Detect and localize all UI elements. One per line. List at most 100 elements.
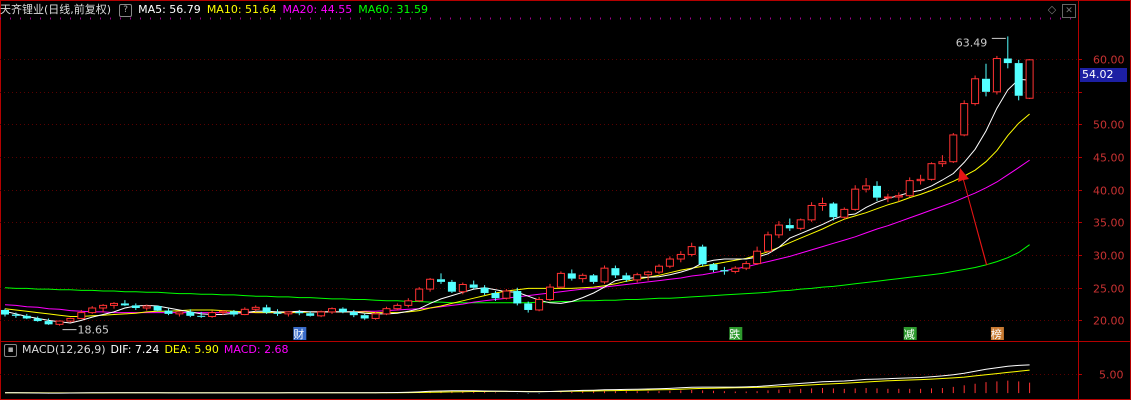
up-candle <box>382 306 391 316</box>
candle-body <box>567 273 576 279</box>
candle-body <box>829 203 838 218</box>
candle-body <box>883 196 892 199</box>
y-tick-label: 50.00 <box>1093 119 1125 132</box>
candle-body <box>251 306 260 310</box>
up-candle <box>99 304 108 313</box>
candle-body <box>284 311 293 315</box>
moving-average-lines <box>4 78 1030 324</box>
up-candle <box>55 320 64 326</box>
up-candle <box>949 132 958 164</box>
macd-y-tick-label: 5.00 <box>1099 369 1124 382</box>
down-candle <box>360 313 369 320</box>
down-candle <box>469 280 478 290</box>
down-candle <box>720 266 729 275</box>
candle-body <box>982 78 990 92</box>
up-candle <box>502 289 511 300</box>
event-marker-label: 减 <box>904 328 915 341</box>
up-candle <box>774 221 783 239</box>
candle-body <box>513 291 522 304</box>
down-candle <box>447 279 456 293</box>
candle-body <box>219 310 227 314</box>
up-candle <box>110 302 118 309</box>
down-candle <box>120 300 129 307</box>
up-candle <box>676 251 685 263</box>
price-axis: 20.00 25.00 30.00 35.00 40.00 45.00 50.00 60.00 <box>1078 54 1125 328</box>
candle-body <box>447 281 456 292</box>
candle-body <box>840 208 849 218</box>
candle-body <box>927 163 936 180</box>
candle-body <box>88 307 97 314</box>
down-candle <box>262 304 271 314</box>
y-tick-label: 20.00 <box>1093 315 1125 328</box>
macd-settings-icon[interactable]: ▪ <box>4 343 17 357</box>
candle-body <box>1003 58 1012 64</box>
info-icon[interactable]: ? <box>119 3 133 17</box>
candle-body <box>338 308 347 312</box>
up-candle <box>818 197 827 211</box>
down-candle <box>1014 59 1023 101</box>
up-candle <box>328 307 336 314</box>
candle-body <box>709 264 718 271</box>
candle-body <box>153 306 162 311</box>
y-tick-label: 40.00 <box>1093 185 1125 198</box>
candle-body <box>556 272 565 288</box>
candle-body <box>142 305 151 309</box>
chart-header: 天齐锂业(日线,前复权)? MA5: 56.79 MA10: 51.64 MA20: … <box>0 2 434 18</box>
y-tick-label: 45.00 <box>1093 152 1125 165</box>
up-candle <box>142 304 151 311</box>
candle-body <box>1025 59 1034 99</box>
up-candle <box>927 162 936 181</box>
candle-body <box>295 311 304 314</box>
stock-title: 天齐锂业(日线,前复权) <box>0 3 112 16</box>
candle-body <box>349 311 358 316</box>
candle-body <box>273 312 282 314</box>
candle-body <box>720 270 729 272</box>
candle-body <box>546 286 554 301</box>
kline-chart[interactable]: 63.49 18.65 财 跌 减 榜 20.00 25.00 30.00 35.00 40.00… <box>0 0 1131 400</box>
up-candle <box>535 296 544 312</box>
candle-body <box>622 275 631 280</box>
candle-body <box>393 304 402 310</box>
dea-value: DEA: 5.90 <box>164 343 219 356</box>
close-icon[interactable]: ✕ <box>1062 4 1076 18</box>
candle-body <box>317 311 326 317</box>
up-candle <box>687 242 696 257</box>
candle-body <box>600 267 609 283</box>
down-candle <box>1 308 9 317</box>
down-candle <box>1003 36 1012 69</box>
candle-body <box>99 304 108 309</box>
macd-header: ▪ MACD(12,26,9) DIF: 7.24 DEA: 5.90 MACD: 2.… <box>0 342 294 358</box>
candle-body <box>262 307 271 313</box>
candle-body <box>175 311 184 315</box>
up-candle <box>742 260 751 271</box>
event-marker-label: 跌 <box>729 327 740 341</box>
candle-body <box>229 311 238 315</box>
down-candle <box>611 265 620 278</box>
candle-body <box>415 288 424 302</box>
candle-body <box>764 234 772 252</box>
up-candle <box>905 177 914 197</box>
candle-body <box>458 283 467 293</box>
candle-body <box>851 188 860 210</box>
candle-body <box>469 284 478 288</box>
candle-body <box>306 313 315 316</box>
up-candle <box>633 272 642 283</box>
up-candle <box>665 256 674 269</box>
candle-body <box>698 246 707 265</box>
candle-body <box>1 309 9 315</box>
candle-body <box>676 253 685 260</box>
candle-body <box>589 275 598 282</box>
candle-body <box>742 263 751 269</box>
candle-body <box>208 312 217 317</box>
down-candle <box>873 181 881 201</box>
down-candle <box>131 303 140 310</box>
candle-body <box>905 180 914 197</box>
up-candle <box>66 317 75 323</box>
candle-body <box>11 314 20 316</box>
diamond-icon[interactable]: ◇ <box>1045 3 1059 17</box>
ma10-line <box>4 113 1030 317</box>
red-arrow-annotation <box>958 168 990 265</box>
up-candle <box>1025 59 1034 100</box>
down-candle <box>785 218 794 231</box>
candle-body <box>77 312 86 319</box>
